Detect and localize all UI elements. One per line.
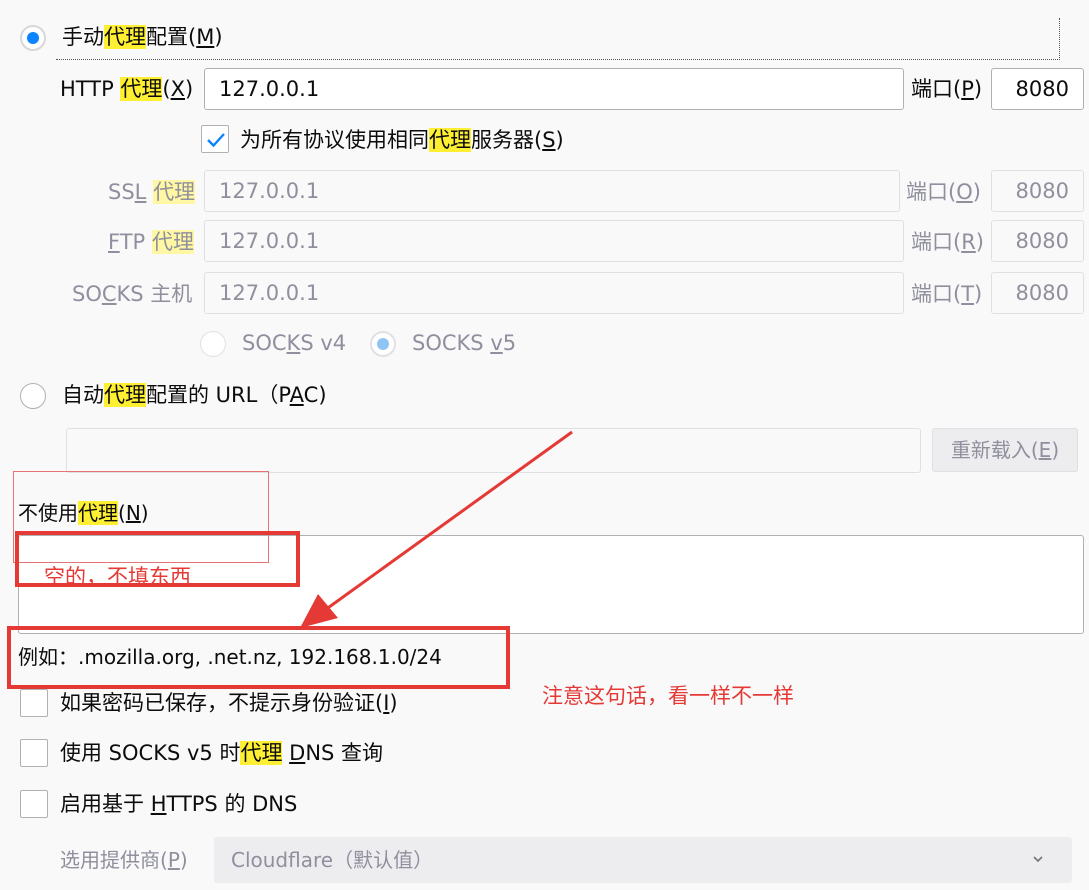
annotation-arrow <box>300 430 573 628</box>
